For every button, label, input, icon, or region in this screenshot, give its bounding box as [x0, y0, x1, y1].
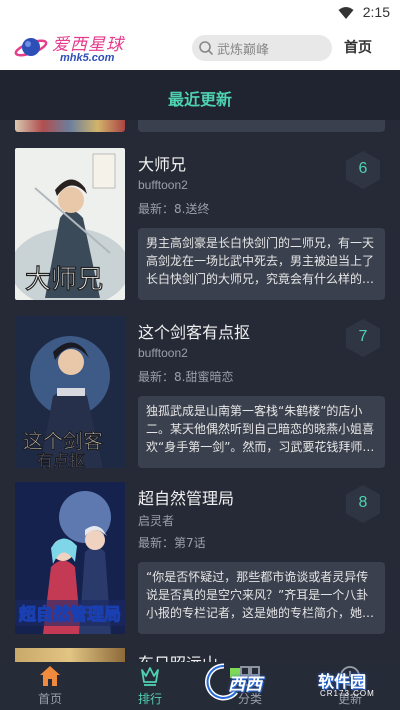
comic-author: 启灵者	[138, 514, 175, 528]
rank-badge: 7	[344, 318, 382, 358]
rank-badge: 6	[344, 150, 382, 190]
ranking-icon	[141, 667, 159, 686]
comic-cover[interactable]: 这个剑客 有点抠	[15, 316, 125, 468]
site-logo[interactable]: 爱西星球 mhk5.com	[14, 30, 149, 66]
home-link[interactable]: 首页	[344, 37, 372, 57]
wifi-icon	[338, 7, 354, 19]
comic-latest-chapter: 最新：第7话	[138, 536, 206, 550]
svg-text:这个剑客: 这个剑客	[23, 429, 103, 453]
comic-description: 男主高剑豪是长白快剑门的二师兄，有一天高剑龙在一场比武中死去，男主被迫当上了长白…	[138, 228, 385, 300]
comic-title[interactable]: 超自然管理局	[138, 485, 234, 509]
watermark-text-1: 西西	[228, 675, 262, 695]
app-header: 爱西星球 mhk5.com 武炼巅峰 首页	[0, 26, 400, 70]
list-item-partial-top[interactable]	[0, 120, 400, 134]
comic-latest-chapter: 最新：8.甜蜜暗恋	[138, 370, 234, 384]
comic-author: bufftoon2	[138, 346, 188, 360]
home-icon	[40, 666, 60, 686]
comic-cover[interactable]: 大师兄	[15, 148, 125, 300]
comic-title[interactable]: 大师兄	[138, 151, 186, 175]
comic-description: “你是否怀疑过，那些都市诡谈或者灵异传说是否真的是空穴来风？”齐耳是一个八卦小报…	[138, 562, 385, 634]
watermark-text-3: CR173.COM	[320, 689, 375, 698]
comic-description-box	[138, 120, 385, 132]
comic-title[interactable]: 这个剑客有点抠	[138, 319, 250, 343]
status-time: 2:15	[362, 4, 390, 20]
comic-description: 独孤武成是山南第一客栈“朱鹤楼”的店小二。某天他偶然听到自己暗恋的晓燕小姐喜欢“…	[138, 396, 385, 468]
section-header: 最近更新	[0, 70, 400, 120]
rank-number: 7	[358, 328, 368, 345]
comic-latest-chapter: 最新：8.送终	[138, 202, 210, 216]
section-title: 最近更新	[167, 90, 232, 109]
tab-home[interactable]: 首页	[0, 662, 100, 710]
rank-number: 8	[358, 494, 368, 511]
search-placeholder: 武炼巅峰	[217, 43, 270, 58]
tab-ranking[interactable]: 排行	[100, 662, 200, 710]
watermark-logo: 西西 软件园 CR173.COM	[200, 660, 390, 706]
tab-label: 首页	[37, 692, 62, 706]
list-item[interactable]: 大师兄 大师兄 bufftoon2 最新：8.送终 6 男主高剑豪是长白快剑门的…	[0, 148, 400, 308]
comic-cover[interactable]: 超自然管理局	[15, 482, 125, 634]
search-icon	[199, 41, 214, 56]
comic-cover	[15, 120, 125, 132]
status-bar: 2:15	[0, 0, 400, 26]
search-box[interactable]: 武炼巅峰	[192, 35, 332, 61]
list-item[interactable]: 超自然管理局 超自然管理局 启灵者 最新：第7话 8 “你是否怀疑过，那些都市诡…	[0, 482, 400, 642]
rank-number: 6	[358, 160, 368, 177]
planet-icon	[14, 38, 48, 57]
svg-text:有点抠: 有点抠	[37, 451, 85, 468]
svg-text:超自然管理局: 超自然管理局	[19, 604, 121, 625]
svg-text:大师兄: 大师兄	[25, 265, 103, 295]
rank-badge: 8	[344, 484, 382, 524]
tab-label: 排行	[137, 692, 162, 706]
list-item[interactable]: 这个剑客 有点抠 这个剑客有点抠 bufftoon2 最新：8.甜蜜暗恋 7 独…	[0, 316, 400, 476]
comic-author: bufftoon2	[138, 178, 188, 192]
logo-url: mhk5.com	[60, 52, 115, 64]
